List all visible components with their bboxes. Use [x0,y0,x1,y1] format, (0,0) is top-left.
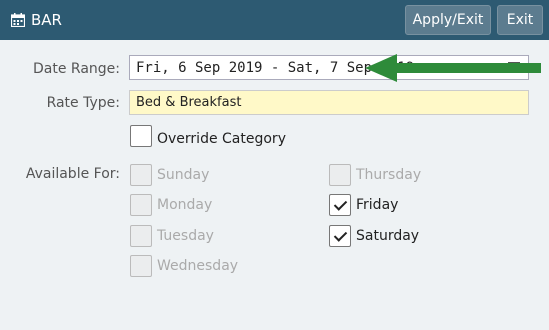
exit-button[interactable]: Exit [497,5,543,35]
tuesday-label: Tuesday [157,228,214,244]
rate-type-select[interactable]: Bed & Breakfast [129,90,529,115]
pointer-arrow [365,54,541,82]
friday-checkbox[interactable] [329,194,351,216]
thursday-checkbox[interactable] [329,164,351,186]
wednesday-checkbox[interactable] [130,255,152,277]
sunday-label: Sunday [157,167,210,183]
override-category-checkbox[interactable] [130,125,152,147]
sunday-checkbox[interactable] [130,164,152,186]
date-range-label: Date Range: [32,61,120,77]
wednesday-label: Wednesday [157,258,239,274]
saturday-label: Saturday [356,228,420,244]
override-category-label: Override Category [157,131,286,147]
monday-checkbox[interactable] [130,194,152,216]
rate-type-label: Rate Type: [46,95,120,111]
monday-label: Monday [157,197,213,213]
saturday-checkbox[interactable] [329,225,351,247]
available-for-label: Available For: [25,166,120,182]
tuesday-checkbox[interactable] [130,225,152,247]
page-title: BAR [31,11,62,29]
thursday-label: Thursday [356,167,422,183]
calendar-icon [11,13,25,27]
friday-label: Friday [356,197,399,213]
apply-exit-button[interactable]: Apply/Exit [405,5,491,35]
header-bar: BAR Apply/Exit Exit [0,0,549,40]
